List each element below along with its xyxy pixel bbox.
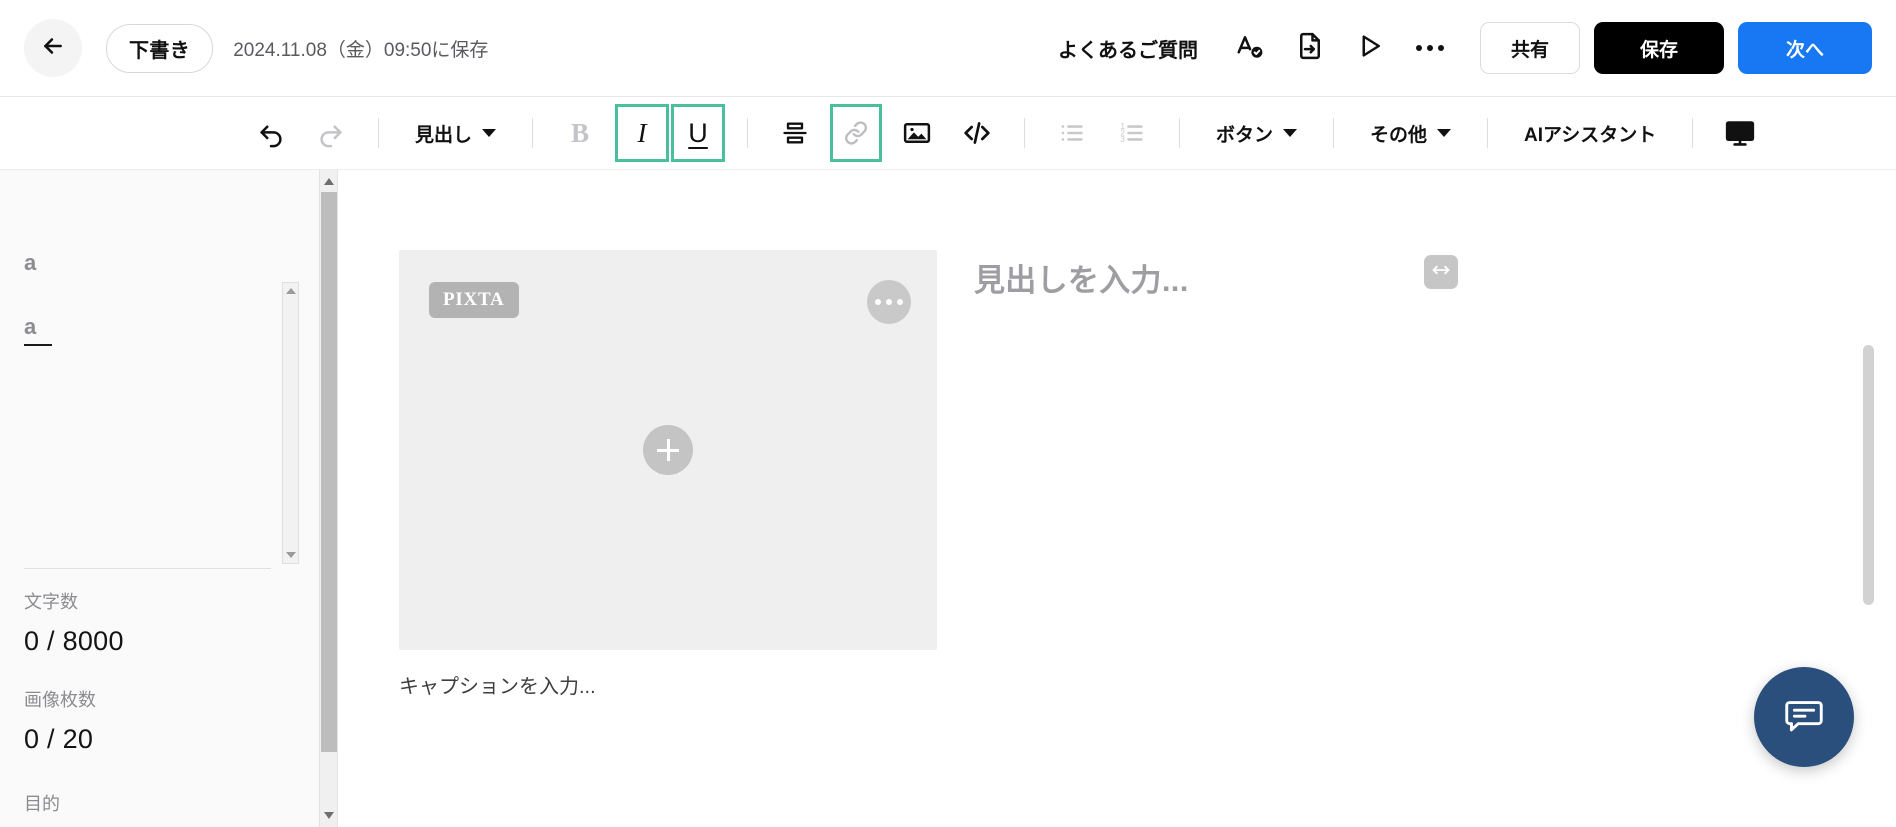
scroll-down-arrow-icon[interactable] xyxy=(324,812,334,819)
device-preview-button[interactable] xyxy=(1715,106,1765,160)
pixta-badge: PIXTA xyxy=(429,282,519,318)
sidebar-inner-scrollbar[interactable] xyxy=(282,282,299,564)
ai-assistant-label: AIアシスタント xyxy=(1524,120,1656,147)
image-button[interactable] xyxy=(892,106,942,160)
ai-assistant-button[interactable]: AIアシスタント xyxy=(1510,106,1670,160)
sidebar-divider xyxy=(24,568,271,569)
export-button[interactable] xyxy=(1284,22,1336,74)
heading-dropdown[interactable]: 見出し xyxy=(401,106,510,160)
toolbar-separator xyxy=(747,118,748,148)
undo-button[interactable] xyxy=(246,106,296,160)
left-sidebar: a a 文字数 0 / 8000 画像枚数 0 / 20 目的 xyxy=(0,170,338,827)
code-button[interactable] xyxy=(952,106,1002,160)
image-placeholder-block[interactable]: PIXTA xyxy=(399,250,937,650)
code-icon xyxy=(961,117,993,149)
bold-button[interactable]: B xyxy=(555,106,605,160)
other-dropdown[interactable]: その他 xyxy=(1356,106,1465,160)
redo-button[interactable] xyxy=(306,106,356,160)
char-count-value: 0 / 8000 xyxy=(24,626,124,657)
sidebar-underline-rule xyxy=(24,344,52,346)
image-caption-input[interactable]: キャプションを入力... xyxy=(399,670,596,699)
toolbar-separator xyxy=(532,118,533,148)
other-dropdown-label: その他 xyxy=(1370,120,1427,147)
char-count-label: 文字数 xyxy=(24,588,124,614)
numbered-list-icon: 1 2 3 xyxy=(1118,119,1146,147)
purpose-section: 目的 xyxy=(24,790,60,816)
purpose-label: 目的 xyxy=(24,790,60,816)
monitor-icon xyxy=(1724,117,1756,149)
chevron-down-icon xyxy=(1437,129,1451,137)
app-header: 下書き 2024.11.08（金）09:50に保存 よくあるご質問 xyxy=(0,0,1896,97)
chat-support-button[interactable] xyxy=(1754,667,1854,767)
preview-play-icon xyxy=(1355,31,1385,66)
link-button[interactable] xyxy=(830,104,882,162)
button-dropdown-label: ボタン xyxy=(1216,120,1273,147)
toolbar-separator xyxy=(378,118,379,148)
sidebar-field-a-2[interactable]: a xyxy=(24,314,304,340)
sidebar-scrollbar[interactable] xyxy=(319,170,337,827)
more-horizontal-icon xyxy=(1416,45,1444,51)
file-export-icon xyxy=(1295,31,1325,66)
bold-icon: B xyxy=(571,120,589,147)
image-more-button[interactable] xyxy=(867,280,911,324)
bullet-list-button[interactable] xyxy=(1047,106,1097,160)
underline-icon: U xyxy=(688,120,708,147)
italic-icon: I xyxy=(638,120,647,147)
horizontal-rule-icon xyxy=(781,119,809,147)
chat-bubble-icon xyxy=(1781,692,1827,743)
canvas-scrollbar[interactable] xyxy=(1860,170,1878,827)
chevron-down-icon xyxy=(482,129,496,137)
scroll-down-arrow-icon[interactable] xyxy=(286,552,296,558)
image-count-label: 画像枚数 xyxy=(24,686,96,712)
back-button[interactable] xyxy=(24,19,82,77)
char-count-stat: 文字数 0 / 8000 xyxy=(24,588,124,657)
heading-dropdown-label: 見出し xyxy=(415,120,472,147)
editor-toolbar: 見出し B I U xyxy=(0,97,1896,170)
resize-horizontal-icon xyxy=(1431,260,1451,285)
resize-handle-button[interactable] xyxy=(1424,255,1458,289)
italic-button[interactable]: I xyxy=(615,104,669,162)
canvas-scrollbar-thumb[interactable] xyxy=(1863,345,1874,605)
editor-canvas: PIXTA キャプションを入力... 見出しを入力... xyxy=(339,170,1878,827)
last-saved-text: 2024.11.08（金）09:50に保存 xyxy=(233,35,488,62)
button-dropdown[interactable]: ボタン xyxy=(1202,106,1311,160)
spellcheck-icon xyxy=(1235,31,1265,66)
image-icon xyxy=(902,118,932,148)
body-area: a a 文字数 0 / 8000 画像枚数 0 / 20 目的 xyxy=(0,170,1896,827)
faq-link[interactable]: よくあるご質問 xyxy=(1058,34,1198,63)
toolbar-separator xyxy=(1487,118,1488,148)
share-button[interactable]: 共有 xyxy=(1480,22,1580,74)
bullet-list-icon xyxy=(1058,119,1086,147)
redo-icon xyxy=(316,118,346,148)
toolbar-separator xyxy=(1333,118,1334,148)
heading-input[interactable]: 見出しを入力... xyxy=(974,255,1189,300)
image-count-value: 0 / 20 xyxy=(24,724,96,755)
toolbar-separator xyxy=(1024,118,1025,148)
sidebar-scrollbar-thumb[interactable] xyxy=(321,192,337,752)
save-button[interactable]: 保存 xyxy=(1594,22,1724,74)
sidebar-field-a-1[interactable]: a xyxy=(24,250,304,276)
status-badge[interactable]: 下書き xyxy=(106,24,213,73)
editor-app: 下書き 2024.11.08（金）09:50に保存 よくあるご質問 xyxy=(0,0,1896,827)
toolbar-separator xyxy=(1179,118,1180,148)
image-add-button[interactable] xyxy=(643,425,693,475)
scroll-up-arrow-icon[interactable] xyxy=(286,288,296,294)
numbered-list-button[interactable]: 1 2 3 xyxy=(1107,106,1157,160)
image-count-stat: 画像枚数 0 / 20 xyxy=(24,686,96,755)
svg-text:3: 3 xyxy=(1120,135,1125,144)
divider-button[interactable] xyxy=(770,106,820,160)
underline-button[interactable]: U xyxy=(671,104,725,162)
next-button[interactable]: 次へ xyxy=(1738,22,1872,74)
arrow-left-icon xyxy=(40,33,66,64)
sidebar-text-fields: a a xyxy=(24,250,304,346)
toolbar-separator xyxy=(1692,118,1693,148)
link-icon xyxy=(842,119,870,147)
scroll-up-arrow-icon[interactable] xyxy=(324,178,334,185)
chevron-down-icon xyxy=(1283,129,1297,137)
more-options-button[interactable] xyxy=(1404,22,1456,74)
spellcheck-button[interactable] xyxy=(1224,22,1276,74)
preview-button[interactable] xyxy=(1344,22,1396,74)
undo-icon xyxy=(256,118,286,148)
